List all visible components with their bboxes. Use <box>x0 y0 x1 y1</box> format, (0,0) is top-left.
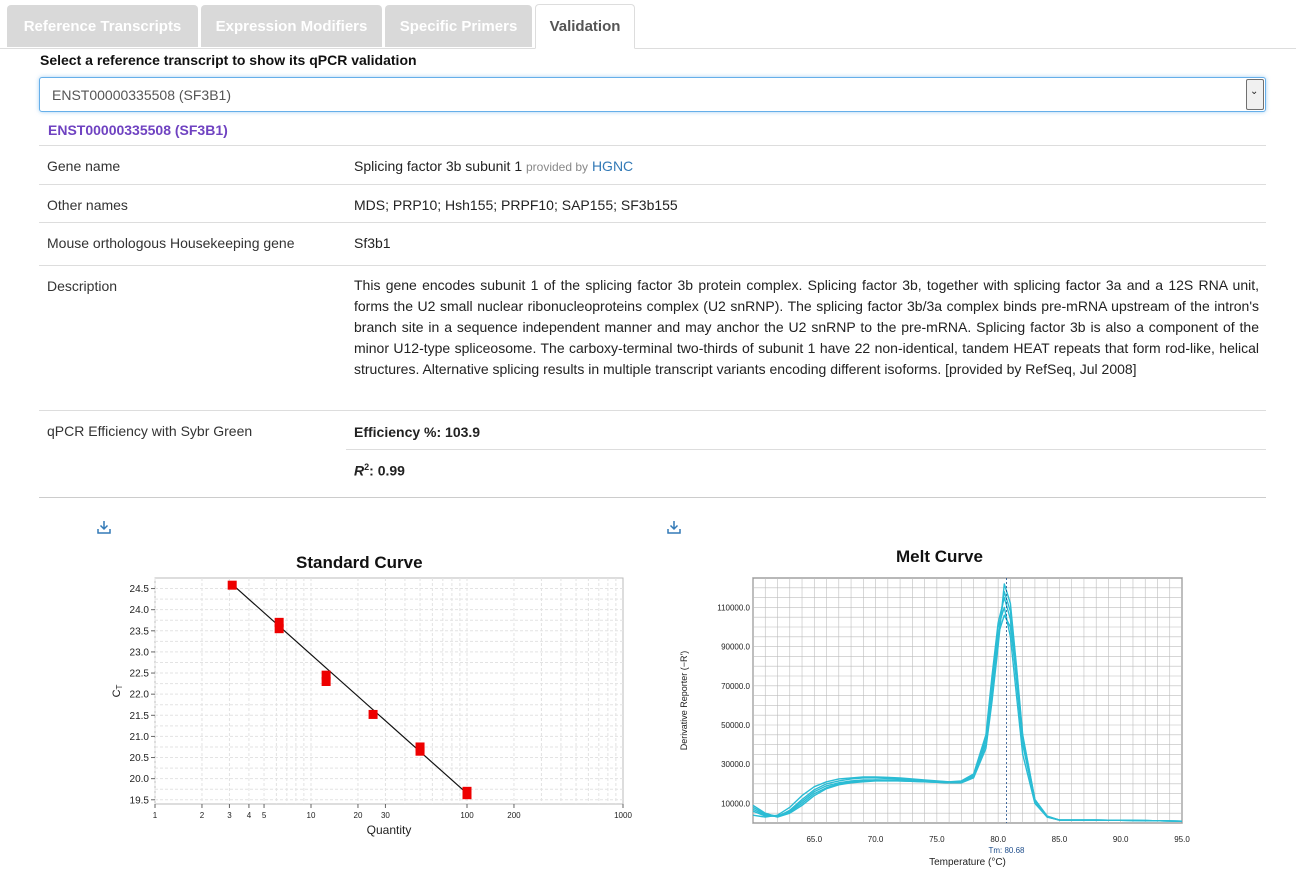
x-tick-label: 20 <box>354 811 363 820</box>
standard-curve-title: Standard Curve <box>296 553 423 572</box>
transcript-title: ENST00000335508 (SF3B1) <box>48 122 228 138</box>
y-tick-label: 19.5 <box>130 795 150 806</box>
y-tick-label: 21.5 <box>130 711 150 722</box>
info-row-description: Description This gene encodes subunit 1 … <box>39 265 1266 411</box>
x-tick-label: 80.0 <box>990 835 1006 844</box>
x-tick-label: 70.0 <box>868 835 884 844</box>
data-point <box>227 580 237 590</box>
tm-label: Tm: 80.68 <box>988 846 1025 855</box>
data-point <box>415 746 425 756</box>
plot-area <box>752 577 1183 824</box>
x-tick-label: 2 <box>200 811 205 820</box>
y-tick-label: 23.5 <box>130 626 150 637</box>
y-axis-label: CT <box>111 684 124 697</box>
x-tick-label: 1000 <box>614 811 632 820</box>
hgnc-link[interactable]: HGNC <box>592 158 633 174</box>
transcript-select[interactable]: ENST00000335508 (SF3B1) ⌄ <box>39 77 1266 112</box>
download-icon[interactable] <box>667 520 681 534</box>
x-tick-label: 100 <box>460 811 474 820</box>
x-tick-label: 4 <box>247 811 252 820</box>
gene-name-text: Splicing factor 3b subunit 1 <box>354 158 523 174</box>
tab-specific-primers[interactable]: Specific Primers <box>385 5 532 47</box>
tab-reference-transcripts[interactable]: Reference Transcripts <box>7 5 198 47</box>
x-tick-label: 30 <box>381 811 390 820</box>
y-tick-label: 24.0 <box>130 605 150 616</box>
description-text: This gene encodes subunit 1 of the splic… <box>354 277 1259 377</box>
standard-curve-chart: 1 2 3 4 5 10 20 30 100 200 1000 19.5 20.0 20.5 21.0 21.… <box>111 577 632 837</box>
x-tick-label: 85.0 <box>1052 835 1068 844</box>
select-label: Select a reference transcript to show it… <box>40 52 417 68</box>
tab-bar: Reference Transcripts Expression Modifie… <box>0 0 1296 49</box>
tab-expression-modifiers[interactable]: Expression Modifiers <box>201 5 382 47</box>
y-tick-label: 24.5 <box>130 584 150 595</box>
y-tick-label: 10000.0 <box>721 799 750 808</box>
x-tick-label: 75.0 <box>929 835 945 844</box>
info-value: Sf3b1 <box>354 235 391 251</box>
x-tick-label: 10 <box>307 811 316 820</box>
plot-area <box>154 577 624 805</box>
provided-by-text: provided by <box>526 160 589 174</box>
r2-number: : 0.99 <box>369 462 405 479</box>
r2-value: R2: 0.99 <box>354 462 405 479</box>
melt-curve-chart: 65.0 70.0 75.0 80.0 85.0 90.0 95.0 10000.0 30000… <box>679 577 1190 868</box>
info-row-mouse-ortholog: Mouse orthologous Housekeeping gene Sf3b… <box>39 222 1266 266</box>
info-key: Gene name <box>47 158 121 174</box>
r2-symbol: R <box>354 462 365 479</box>
tab-validation[interactable]: Validation <box>535 4 635 49</box>
x-tick-label: 95.0 <box>1174 835 1190 844</box>
x-tick-label: 1 <box>153 811 158 820</box>
melt-curve-title: Melt Curve <box>896 547 983 566</box>
x-tick-label: 3 <box>227 811 232 820</box>
data-point <box>321 676 331 686</box>
data-point <box>274 624 284 634</box>
y-tick-label: 21.0 <box>130 732 150 743</box>
y-tick-label: 20.5 <box>130 753 150 764</box>
download-icon[interactable] <box>97 520 111 534</box>
x-axis-label: Temperature (°C) <box>929 857 1006 868</box>
qpcr-subdivider <box>346 449 1266 450</box>
info-key: Other names <box>47 197 128 213</box>
info-value: MDS; PRP10; Hsh155; PRPF10; SAP155; SF3b… <box>354 197 678 213</box>
info-key: qPCR Efficiency with Sybr Green <box>47 423 253 439</box>
section-divider <box>39 497 1266 498</box>
data-point <box>462 790 472 800</box>
y-tick-label: 90000.0 <box>721 643 750 652</box>
info-row-gene-name: Gene name Splicing factor 3b subunit 1 p… <box>39 145 1266 185</box>
y-axis-label: Derivative Reporter (−R') <box>679 651 689 751</box>
data-point <box>368 709 378 719</box>
selected-transcript-value: ENST00000335508 (SF3B1) <box>52 87 231 103</box>
info-key: Mouse orthologous Housekeeping gene <box>47 235 295 251</box>
x-tick-label: 5 <box>262 811 267 820</box>
y-tick-label: 110000.0 <box>717 603 750 612</box>
x-tick-label: 90.0 <box>1113 835 1129 844</box>
y-tick-label: 50000.0 <box>721 721 750 730</box>
info-row-qpcr: qPCR Efficiency with Sybr Green Efficien… <box>39 410 1266 499</box>
info-key: Description <box>47 278 118 294</box>
y-tick-label: 70000.0 <box>721 682 750 691</box>
efficiency-value: Efficiency %: 103.9 <box>354 424 481 440</box>
x-tick-label: 65.0 <box>806 835 822 844</box>
y-tick-label: 30000.0 <box>721 760 750 769</box>
y-tick-label: 23.0 <box>130 647 150 658</box>
y-tick-label: 20.0 <box>130 774 150 785</box>
x-axis-label: Quantity <box>367 823 412 837</box>
chevron-down-icon[interactable]: ⌄ <box>1246 79 1264 110</box>
info-value: Splicing factor 3b subunit 1 provided by… <box>354 158 633 174</box>
y-tick-label: 22.5 <box>130 669 150 680</box>
info-row-other-names: Other names MDS; PRP10; Hsh155; PRPF10; … <box>39 184 1266 223</box>
x-tick-label: 200 <box>507 811 521 820</box>
y-tick-label: 22.0 <box>130 690 150 701</box>
y-axis-label-subscript: T <box>115 684 124 689</box>
